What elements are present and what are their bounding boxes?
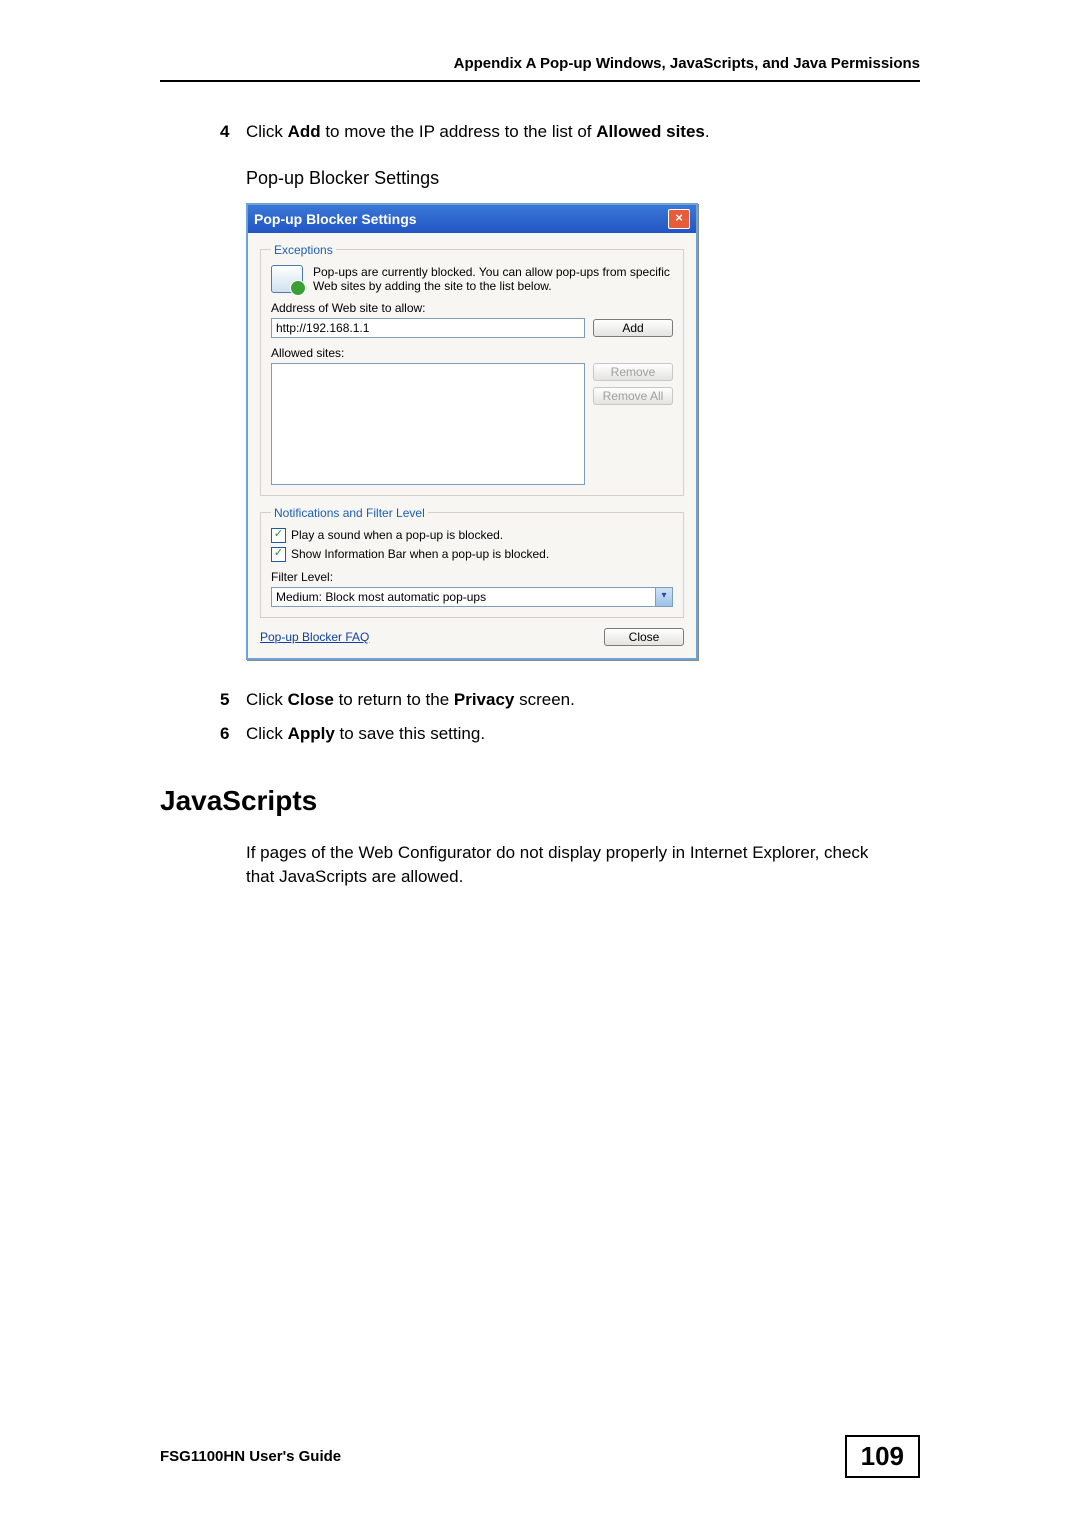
chevron-down-icon: ▾	[655, 588, 672, 606]
figure-caption: Pop-up Blocker Settings	[246, 168, 920, 189]
section-body-text: If pages of the Web Configurator do not …	[246, 841, 886, 889]
close-icon[interactable]: ×	[668, 209, 690, 229]
step-text: Click Close to return to the Privacy scr…	[246, 688, 575, 712]
allowed-sites-label: Allowed sites:	[271, 346, 673, 360]
filter-level-select[interactable]: Medium: Block most automatic pop-ups ▾	[271, 587, 673, 607]
close-button[interactable]: Close	[604, 628, 684, 646]
notifications-group: Notifications and Filter Level ✓ Play a …	[260, 506, 684, 618]
step-text: Click Apply to save this setting.	[246, 722, 485, 746]
filter-level-value: Medium: Block most automatic pop-ups	[272, 588, 655, 606]
exceptions-group: Exceptions Pop-ups are currently blocked…	[260, 243, 684, 496]
step-6: 6 Click Apply to save this setting.	[220, 722, 920, 746]
popup-blocker-dialog: Pop-up Blocker Settings × Exceptions Pop…	[246, 203, 698, 660]
section-heading-javascripts: JavaScripts	[160, 785, 920, 817]
show-infobar-label: Show Information Bar when a pop-up is bl…	[291, 547, 549, 561]
step-text: Click Add to move the IP address to the …	[246, 120, 710, 144]
address-input[interactable]	[271, 318, 585, 338]
dialog-title: Pop-up Blocker Settings	[254, 211, 417, 227]
faq-link[interactable]: Pop-up Blocker FAQ	[260, 630, 369, 644]
step-number: 4	[220, 120, 246, 144]
exceptions-legend: Exceptions	[271, 243, 336, 257]
filter-level-label: Filter Level:	[271, 570, 673, 584]
footer-guide-name: FSG1100HN User's Guide	[160, 1448, 341, 1465]
page-number: 109	[845, 1435, 920, 1478]
allowed-sites-list[interactable]	[271, 363, 585, 485]
dialog-titlebar: Pop-up Blocker Settings ×	[248, 205, 696, 233]
add-button[interactable]: Add	[593, 319, 673, 337]
remove-button: Remove	[593, 363, 673, 381]
address-label: Address of Web site to allow:	[271, 301, 673, 315]
step-4: 4 Click Add to move the IP address to th…	[220, 120, 920, 144]
play-sound-label: Play a sound when a pop-up is blocked.	[291, 528, 503, 542]
exceptions-description: Pop-ups are currently blocked. You can a…	[313, 265, 673, 293]
notifications-legend: Notifications and Filter Level	[271, 506, 428, 520]
play-sound-checkbox[interactable]: ✓	[271, 528, 286, 543]
step-number: 6	[220, 722, 246, 746]
header-rule	[160, 80, 920, 82]
remove-all-button: Remove All	[593, 387, 673, 405]
popup-allowed-icon	[271, 265, 303, 293]
page-header: Appendix A Pop-up Windows, JavaScripts, …	[160, 55, 920, 80]
page-footer: FSG1100HN User's Guide 109	[160, 1435, 920, 1478]
show-infobar-checkbox[interactable]: ✓	[271, 547, 286, 562]
step-5: 5 Click Close to return to the Privacy s…	[220, 688, 920, 712]
step-number: 5	[220, 688, 246, 712]
